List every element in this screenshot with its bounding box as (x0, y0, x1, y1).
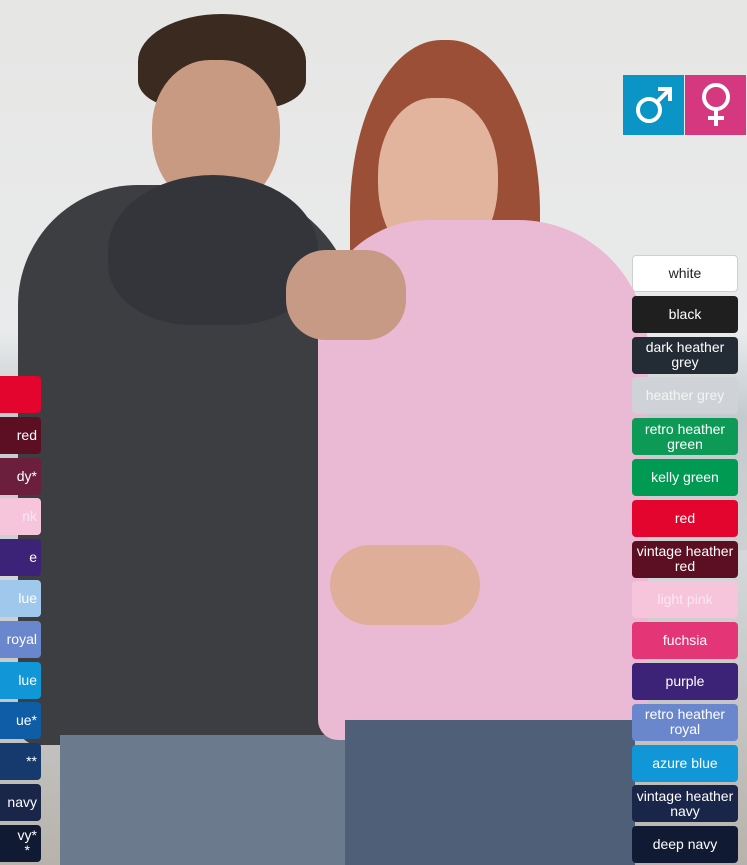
swatch-vintage-heather-navy[interactable]: vintage heather navy (632, 785, 738, 823)
swatch-azure-blue[interactable]: azure blue (632, 744, 738, 782)
swatch-kelly-green[interactable]: kelly green (632, 459, 738, 496)
swatch-retro-heather-royal[interactable]: retro heather royal (632, 703, 738, 741)
swatch-left-0[interactable] (0, 376, 41, 413)
swatch-dark-heather-grey[interactable]: dark heather grey (632, 336, 738, 374)
swatch-vintage-heather-red[interactable]: vintage heather red (632, 540, 738, 578)
swatch-retro-heather-green[interactable]: retro heather green (632, 418, 738, 456)
female-icon (701, 83, 730, 126)
woman-jeans (345, 720, 635, 865)
swatch-light-pink[interactable]: light pink (632, 581, 738, 619)
man-jeans (60, 735, 355, 865)
swatch-left-8[interactable]: ue* (0, 702, 41, 740)
swatch-left-6[interactable]: royal (0, 620, 41, 658)
swatch-left-3[interactable]: nk (0, 498, 41, 536)
swatch-left-10[interactable]: navy (0, 784, 41, 821)
woman-hands (330, 545, 480, 625)
male-icon (635, 87, 672, 123)
swatch-purple[interactable]: purple (632, 663, 738, 700)
swatch-white[interactable]: white (632, 255, 738, 292)
swatch-left-1[interactable]: red (0, 416, 41, 454)
swatch-heather-grey[interactable]: heather grey (632, 377, 738, 415)
swatch-left-11[interactable]: vy* * (0, 824, 41, 862)
swatch-left-9[interactable]: ** (0, 743, 41, 781)
swatch-fuchsia[interactable]: fuchsia (632, 622, 738, 660)
swatch-red[interactable]: red (632, 499, 738, 537)
swatch-left-7[interactable]: lue (0, 661, 41, 699)
swatch-black[interactable]: black (632, 295, 738, 333)
male-gender-button[interactable] (623, 75, 684, 135)
swatch-left-2[interactable]: dy* (0, 457, 41, 495)
female-gender-button[interactable] (685, 75, 746, 135)
swatch-left-5[interactable]: lue (0, 580, 41, 617)
swatch-deep-navy[interactable]: deep navy (632, 826, 738, 864)
man-arm (286, 250, 406, 340)
swatch-left-4[interactable]: e (0, 539, 41, 577)
